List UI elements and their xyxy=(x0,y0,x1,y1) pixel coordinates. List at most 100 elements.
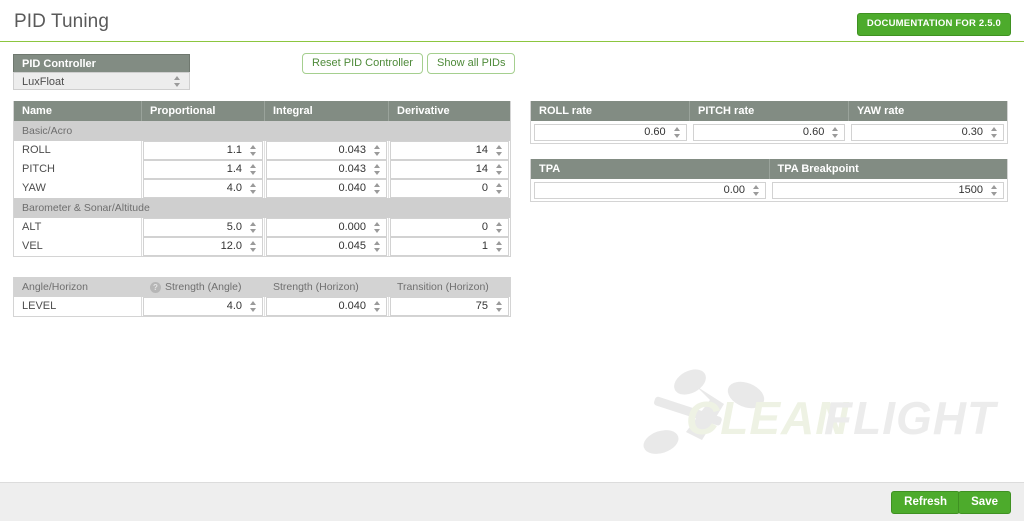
cleanflight-logo-svg: CLEAN FLIGHT xyxy=(643,369,998,454)
updown-spinner-icon[interactable] xyxy=(496,301,503,312)
pid-controller-label: PID Controller xyxy=(13,54,190,72)
derivative-value: 14 xyxy=(475,144,488,156)
updown-spinner-icon[interactable] xyxy=(250,164,257,175)
strength-angle-cell: 4.0 xyxy=(142,297,265,316)
updown-spinner-icon[interactable] xyxy=(496,145,503,156)
save-button[interactable]: Save xyxy=(958,491,1011,514)
updown-spinner-icon[interactable] xyxy=(250,301,257,312)
updown-spinner-icon[interactable] xyxy=(374,145,381,156)
integral-input[interactable]: 0.040 xyxy=(266,179,387,198)
column-header-proportional: Proportional xyxy=(142,101,265,121)
documentation-button[interactable]: DOCUMENTATION FOR 2.5.0 xyxy=(856,13,1011,36)
table-row: VEL 12.0 0.045 1 xyxy=(14,237,510,256)
updown-spinner-icon[interactable] xyxy=(673,127,681,138)
strength-horizon-input[interactable]: 0.040 xyxy=(266,297,387,316)
proportional-cell: 1.4 xyxy=(142,160,265,179)
updown-spinner-icon[interactable] xyxy=(753,185,760,196)
pid-tuning-page: CLEAN FLIGHT PID Tuning DOCUMENTATION FO… xyxy=(0,0,1024,521)
column-header-tpa: TPA xyxy=(531,159,770,179)
integral-input[interactable]: 0.000 xyxy=(266,218,387,237)
yaw-rate-input[interactable]: 0.30 xyxy=(851,124,1005,141)
derivative-cell: 1 xyxy=(389,237,510,256)
proportional-input[interactable]: 1.1 xyxy=(143,141,263,160)
column-header-strength-horizon: Strength (Horizon) xyxy=(273,281,359,293)
updown-spinner-icon[interactable] xyxy=(374,183,381,194)
transition-horizon-cell: 75 xyxy=(389,297,510,316)
table-row: ROLL 1.1 0.043 14 xyxy=(14,141,510,160)
question-mark-icon[interactable]: ? xyxy=(150,281,161,293)
updown-spinner-icon[interactable] xyxy=(496,183,503,194)
strength-angle-input[interactable]: 4.0 xyxy=(143,297,263,316)
integral-input[interactable]: 0.043 xyxy=(266,141,387,160)
updown-spinner-icon[interactable] xyxy=(374,222,381,233)
proportional-input[interactable]: 4.0 xyxy=(143,179,263,198)
integral-input[interactable]: 0.045 xyxy=(266,237,387,256)
column-header-transition-horizon: Transition (Horizon) xyxy=(397,281,489,293)
updown-spinner-icon[interactable] xyxy=(250,183,257,194)
updown-spinner-icon[interactable] xyxy=(250,241,257,252)
roll-rate-input[interactable]: 0.60 xyxy=(534,124,687,141)
proportional-value: 1.4 xyxy=(226,163,242,175)
column-header-integral: Integral xyxy=(265,101,389,121)
proportional-cell: 12.0 xyxy=(142,237,265,256)
pid-controller-group: PID Controller LuxFloat xyxy=(13,54,190,90)
integral-value: 0.043 xyxy=(338,163,366,175)
updown-spinner-icon[interactable] xyxy=(991,185,998,196)
derivative-input[interactable]: 14 xyxy=(390,160,509,179)
updown-spinner-icon[interactable] xyxy=(496,241,503,252)
strength-angle-value: 4.0 xyxy=(226,300,242,312)
derivative-input[interactable]: 14 xyxy=(390,141,509,160)
updown-spinner-icon[interactable] xyxy=(374,301,381,312)
proportional-input[interactable]: 5.0 xyxy=(143,218,263,237)
footer-bar: Refresh Save xyxy=(0,482,1024,521)
derivative-input[interactable]: 0 xyxy=(390,218,509,237)
proportional-input[interactable]: 1.4 xyxy=(143,160,263,179)
integral-cell: 0.043 xyxy=(265,141,389,160)
updown-spinner-icon[interactable] xyxy=(496,222,503,233)
integral-value: 0.040 xyxy=(338,182,366,194)
strength-horizon-cell: 0.040 xyxy=(265,297,389,316)
derivative-value: 1 xyxy=(481,240,488,252)
derivative-input[interactable]: 1 xyxy=(390,237,509,256)
strength-horizon-value: 0.040 xyxy=(338,300,366,312)
proportional-input[interactable]: 12.0 xyxy=(143,237,263,256)
transition-horizon-input[interactable]: 75 xyxy=(390,297,509,316)
tpa-input[interactable]: 0.00 xyxy=(534,182,766,199)
refresh-button[interactable]: Refresh xyxy=(891,491,960,514)
updown-spinner-icon[interactable] xyxy=(832,127,839,138)
pitch-rate-input[interactable]: 0.60 xyxy=(692,124,846,141)
proportional-value: 4.0 xyxy=(226,182,242,194)
reset-pid-controller-button[interactable]: Reset PID Controller xyxy=(302,53,423,74)
integral-cell: 0.000 xyxy=(265,218,389,237)
show-all-pids-button[interactable]: Show all PIDs xyxy=(427,53,516,74)
yaw-rate-value: 0.30 xyxy=(961,126,984,138)
updown-spinner-icon[interactable] xyxy=(250,222,257,233)
updown-spinner-icon[interactable] xyxy=(250,145,257,156)
page-header: PID Tuning DOCUMENTATION FOR 2.5.0 xyxy=(0,0,1024,42)
table-row: LEVEL 4.0 0.040 75 xyxy=(14,297,510,316)
updown-spinner-icon[interactable] xyxy=(374,164,381,175)
proportional-value: 5.0 xyxy=(226,221,242,233)
updown-spinner-icon[interactable] xyxy=(374,241,381,252)
strength-angle-header-cell: ? Strength (Angle) xyxy=(142,277,265,297)
proportional-cell: 4.0 xyxy=(142,179,265,198)
angle-horizon-header-row: Angle/Horizon ? Strength (Angle) Strength… xyxy=(14,277,510,297)
derivative-input[interactable]: 0 xyxy=(390,179,509,198)
pitch-rate-cell: 0.60 xyxy=(690,123,849,141)
proportional-value: 12.0 xyxy=(220,240,242,252)
updown-spinner-icon[interactable] xyxy=(496,164,503,175)
integral-cell: 0.043 xyxy=(265,160,389,179)
page-title: PID Tuning xyxy=(14,11,109,32)
table-row: PITCH 1.4 0.043 14 xyxy=(14,160,510,179)
tpa-breakpoint-value: 1500 xyxy=(958,184,983,196)
pid-controller-select[interactable]: LuxFloat xyxy=(13,72,190,90)
roll-rate-value: 0.60 xyxy=(644,126,666,138)
updown-spinner-icon[interactable] xyxy=(991,127,998,138)
integral-input[interactable]: 0.043 xyxy=(266,160,387,179)
pid-table: Name Proportional Integral Derivative Ba… xyxy=(13,101,511,257)
tpa-breakpoint-input[interactable]: 1500 xyxy=(772,182,1004,199)
updown-spinner-icon[interactable] xyxy=(174,76,181,87)
pid-group-title: Barometer & Sonar/Altitude xyxy=(22,202,150,214)
row-label: ROLL xyxy=(14,141,142,160)
derivative-cell: 14 xyxy=(389,141,510,160)
